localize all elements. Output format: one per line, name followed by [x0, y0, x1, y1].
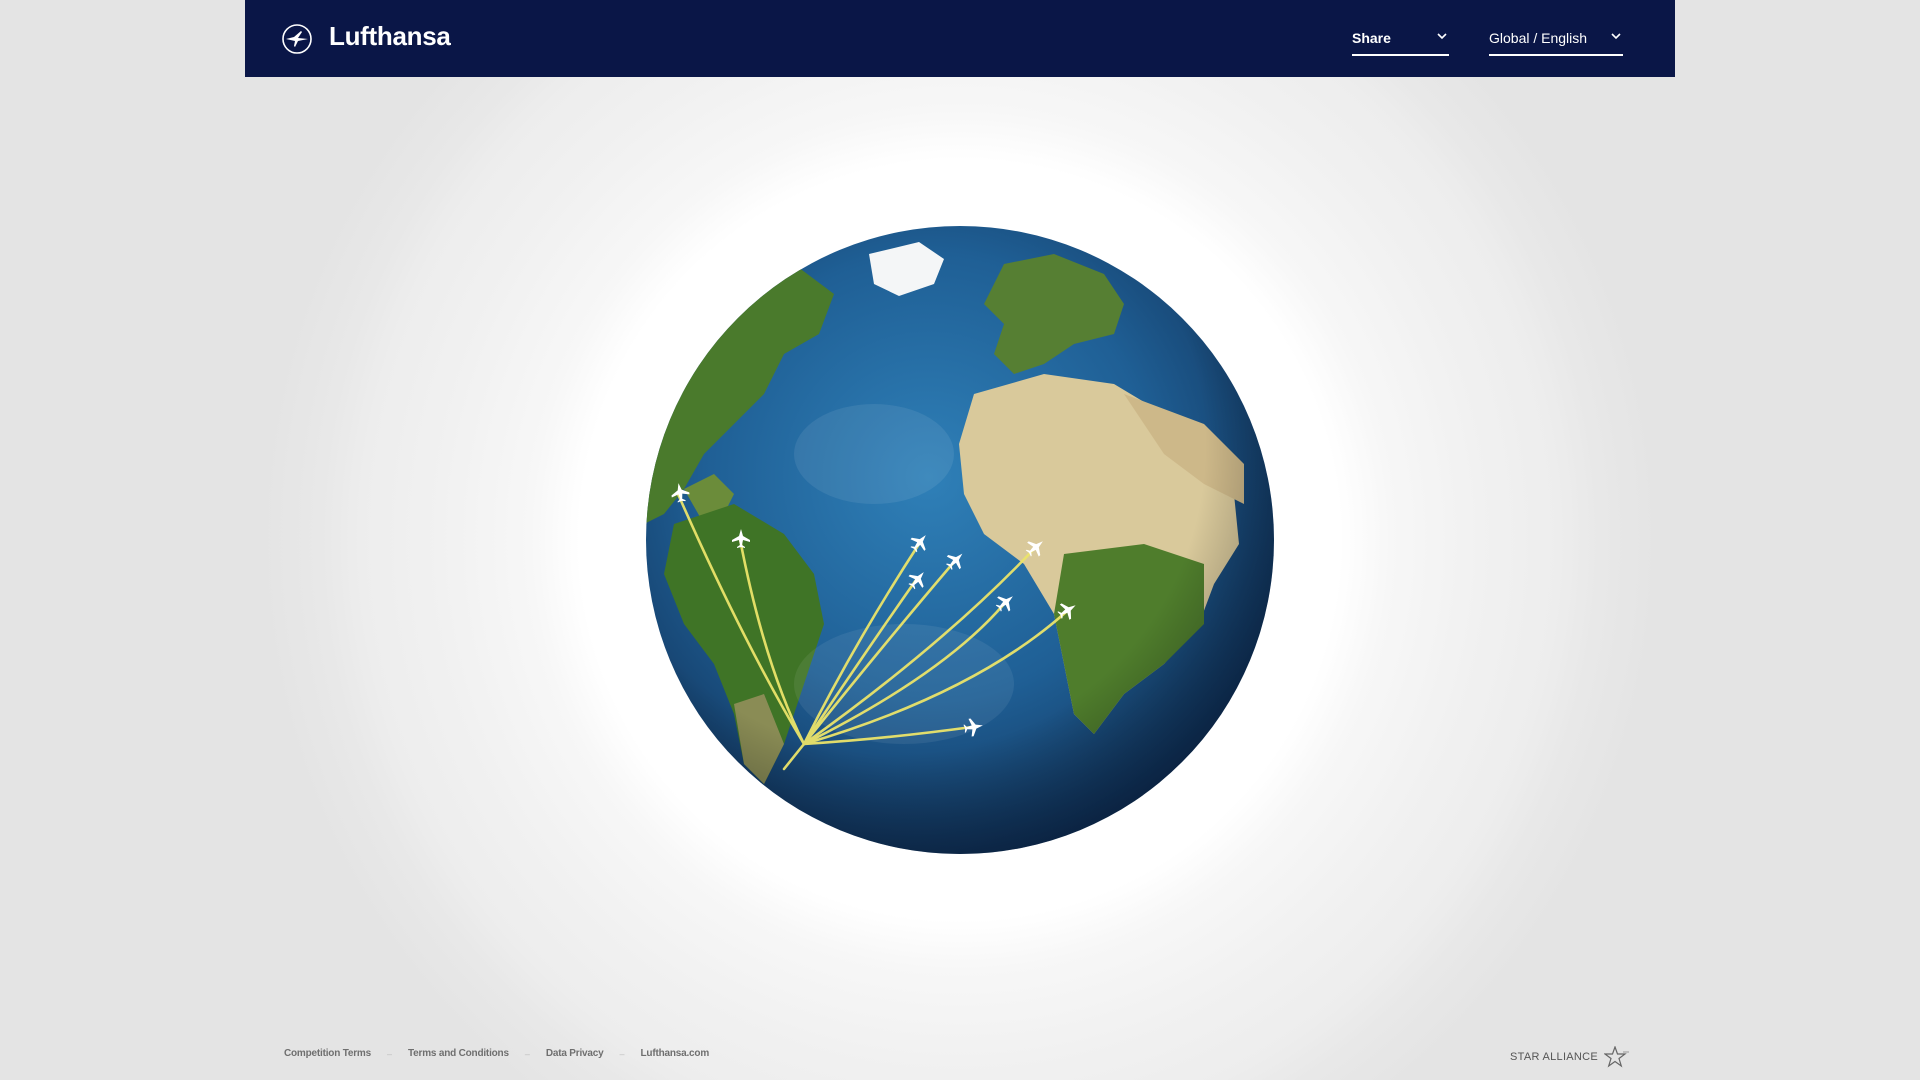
language-dropdown[interactable]: Global / English	[1489, 28, 1623, 56]
top-bar: Lufthansa Share Global / English	[245, 0, 1675, 77]
share-dropdown[interactable]: Share	[1352, 28, 1449, 56]
globe[interactable]	[644, 224, 1276, 856]
share-label: Share	[1352, 30, 1391, 46]
language-label: Global / English	[1489, 30, 1588, 46]
footer-separator: –	[619, 1048, 625, 1059]
star-alliance-icon	[1604, 1046, 1630, 1068]
footer-link-lufthansa-com[interactable]: Lufthansa.com	[641, 1048, 710, 1059]
chevron-down-icon	[1611, 33, 1621, 40]
star-alliance-label: STAR ALLIANCE	[1510, 1051, 1599, 1063]
chevron-down-icon	[1437, 33, 1447, 40]
footer-separator: –	[524, 1048, 530, 1059]
footer-link-data-privacy[interactable]: Data Privacy	[546, 1048, 604, 1059]
footer-links: Competition Terms – Terms and Conditions…	[284, 1048, 709, 1059]
globe-illustration	[646, 226, 1274, 854]
crane-logo-icon[interactable]	[281, 23, 313, 55]
footer-separator: –	[386, 1048, 392, 1059]
footer-link-competition-terms[interactable]: Competition Terms	[284, 1048, 371, 1059]
brand-name[interactable]: Lufthansa	[329, 21, 451, 52]
footer-link-terms-and-conditions[interactable]: Terms and Conditions	[408, 1048, 509, 1059]
star-alliance-logo[interactable]: STAR ALLIANCE	[1510, 1046, 1630, 1068]
